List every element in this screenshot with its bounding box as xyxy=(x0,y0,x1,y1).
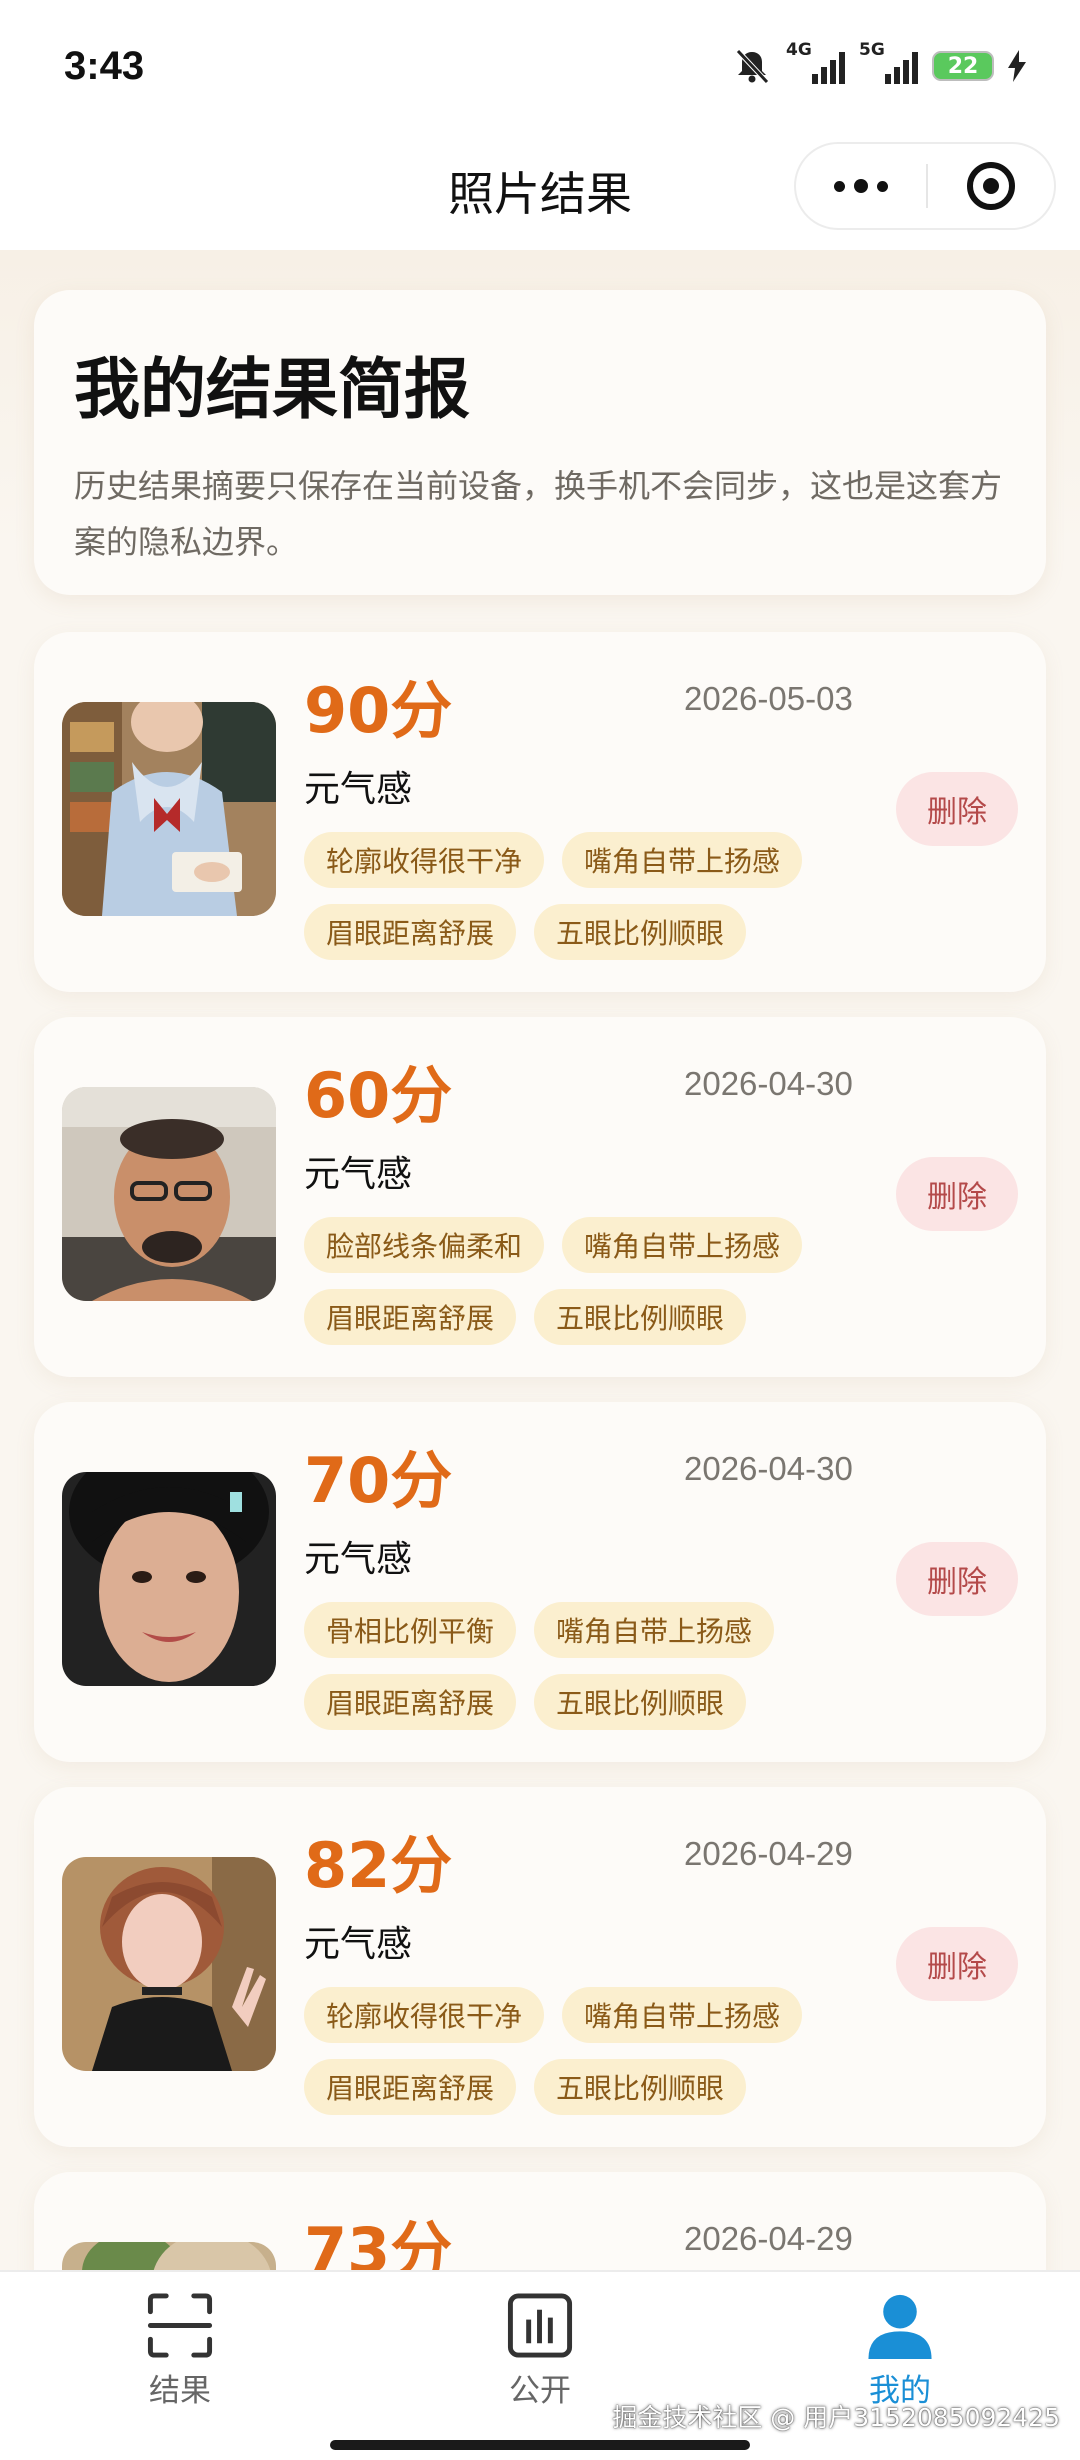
feature-tag: 眉眼距离舒展 xyxy=(304,904,517,960)
feature-tag: 嘴角自带上扬感 xyxy=(562,832,803,888)
result-card[interactable]: 82分 2026-04-29 元气感 轮廓收得很干净 嘴角自带上扬感 眉眼距离舒… xyxy=(34,1787,1046,2147)
target-circle-icon[interactable] xyxy=(928,144,1054,228)
more-dots-icon[interactable] xyxy=(796,144,926,228)
tab-label: 结果 xyxy=(149,2373,211,2409)
battery-icon: 22 xyxy=(932,51,994,81)
home-indicator[interactable] xyxy=(330,2440,750,2450)
summary-description: 历史结果摘要只保存在当前设备，换手机不会同步，这也是这套方案的隐私边界。 xyxy=(74,467,1003,561)
feature-tag: 五眼比例顺眼 xyxy=(534,2059,747,2115)
feature-tag: 眉眼距离舒展 xyxy=(304,1289,517,1345)
status-icons: 4G 5G 22 xyxy=(732,40,1026,88)
silent-bell-icon xyxy=(736,49,769,84)
result-card[interactable]: 90分 2026-05-03 元气感 轮廓收得很干净 嘴角自带上扬感 眉眼距离舒… xyxy=(34,632,1046,992)
cell-signal-2-icon: 5G xyxy=(859,40,918,84)
bar-chart-icon xyxy=(507,2293,573,2358)
result-photo xyxy=(62,1857,276,2071)
result-type: 元气感 xyxy=(304,769,413,810)
result-date: 2026-04-29 xyxy=(684,1835,853,1872)
feature-tag: 五眼比例顺眼 xyxy=(534,904,747,960)
cell-signal-1-icon: 4G xyxy=(786,40,845,84)
results-list[interactable]: 我的结果简报 历史结果摘要只保存在当前设备，换手机不会同步，这也是这套方案的隐私… xyxy=(0,250,1080,2270)
feature-tag: 脸部线条偏柔和 xyxy=(304,1217,545,1273)
feature-tag: 骨相比例平衡 xyxy=(304,1602,517,1658)
result-photo xyxy=(62,1087,276,1301)
feature-tag: 嘴角自带上扬感 xyxy=(562,1217,803,1273)
result-card[interactable]: 73分 2026-04-29 xyxy=(34,2172,1046,2270)
tag-list: 轮廓收得很干净 嘴角自带上扬感 眉眼距离舒展 五眼比例顺眼 xyxy=(304,832,864,960)
scan-frame-icon xyxy=(147,2293,213,2358)
feature-tag: 眉眼距离舒展 xyxy=(304,2059,517,2115)
result-photo xyxy=(62,1472,276,1686)
feature-tag: 嘴角自带上扬感 xyxy=(534,1602,775,1658)
summary-card: 我的结果简报 历史结果摘要只保存在当前设备，换手机不会同步，这也是这套方案的隐私… xyxy=(34,290,1046,595)
tab-label: 公开 xyxy=(509,2373,571,2409)
score-value: 90分 xyxy=(304,674,453,747)
score-value: 73分 xyxy=(304,2214,453,2270)
score-value: 60分 xyxy=(304,1059,453,1132)
result-card[interactable]: 70分 2026-04-30 元气感 骨相比例平衡 嘴角自带上扬感 眉眼距离舒展… xyxy=(34,1402,1046,1762)
result-date: 2026-04-30 xyxy=(684,1450,853,1487)
tag-list: 骨相比例平衡 嘴角自带上扬感 眉眼距离舒展 五眼比例顺眼 xyxy=(304,1602,864,1730)
tab-public[interactable]: 公开 xyxy=(440,2290,640,2410)
watermark: 掘金技术社区 @ 用户3152085092425 xyxy=(612,2403,1060,2432)
delete-button[interactable]: 删除 xyxy=(896,1542,1018,1616)
result-date: 2026-05-03 xyxy=(684,680,853,717)
result-date: 2026-04-30 xyxy=(684,1065,853,1102)
delete-button[interactable]: 删除 xyxy=(896,1157,1018,1231)
nav-bar: 照片结果 xyxy=(0,130,1080,250)
delete-button[interactable]: 删除 xyxy=(896,1927,1018,2001)
tab-results[interactable]: 结果 xyxy=(80,2290,280,2410)
result-type: 元气感 xyxy=(304,1154,413,1195)
score-value: 82分 xyxy=(304,1829,453,1902)
feature-tag: 眉眼距离舒展 xyxy=(304,1674,517,1730)
mini-program-capsule xyxy=(794,142,1056,230)
summary-title: 我的结果简报 xyxy=(74,351,470,428)
charging-bolt-icon xyxy=(1008,50,1026,82)
tag-list: 脸部线条偏柔和 嘴角自带上扬感 眉眼距离舒展 五眼比例顺眼 xyxy=(304,1217,864,1345)
status-bar: 3:43 4G 5G 22 xyxy=(0,0,1080,130)
status-time: 3:43 xyxy=(64,44,145,88)
result-type: 元气感 xyxy=(304,1539,413,1580)
tab-bar: 结果 公开 我的 掘金技术社区 @ 用户3152085092425 xyxy=(0,2270,1080,2460)
tab-mine[interactable]: 我的 xyxy=(800,2290,1000,2410)
result-card[interactable]: 60分 2026-04-30 元气感 脸部线条偏柔和 嘴角自带上扬感 眉眼距离舒… xyxy=(34,1017,1046,1377)
tag-list: 轮廓收得很干净 嘴角自带上扬感 眉眼距离舒展 五眼比例顺眼 xyxy=(304,1987,864,2115)
feature-tag: 嘴角自带上扬感 xyxy=(562,1987,803,2043)
feature-tag: 轮廓收得很干净 xyxy=(304,1987,545,2043)
feature-tag: 轮廓收得很干净 xyxy=(304,832,545,888)
feature-tag: 五眼比例顺眼 xyxy=(534,1289,747,1345)
delete-button[interactable]: 删除 xyxy=(896,772,1018,846)
score-value: 70分 xyxy=(304,1444,453,1517)
result-type: 元气感 xyxy=(304,1924,413,1965)
result-date: 2026-04-29 xyxy=(684,2220,853,2257)
user-profile-icon xyxy=(868,2294,932,2360)
result-photo xyxy=(62,2242,276,2270)
result-photo xyxy=(62,702,276,916)
feature-tag: 五眼比例顺眼 xyxy=(534,1674,747,1730)
